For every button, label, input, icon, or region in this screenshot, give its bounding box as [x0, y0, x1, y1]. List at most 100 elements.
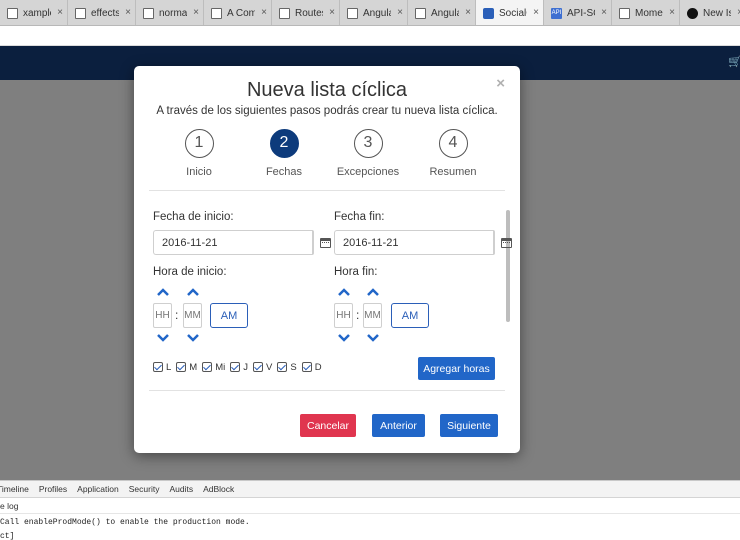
tab-close-icon[interactable]: ×: [533, 7, 539, 19]
devtools-tab[interactable]: Application: [77, 484, 119, 494]
app-favicon-icon: [483, 7, 494, 19]
weekday-checkbox[interactable]: [230, 362, 241, 372]
start-minute-increment-icon[interactable]: [183, 286, 203, 298]
tab-close-icon[interactable]: ×: [193, 7, 199, 19]
api-icon: API: [551, 7, 562, 19]
address-bar[interactable]: [0, 26, 740, 46]
header-divider: [149, 190, 505, 191]
weekday-option[interactable]: J: [230, 362, 248, 373]
cancel-button[interactable]: Cancelar: [300, 414, 356, 437]
cart-icon[interactable]: 🛒: [728, 57, 740, 68]
tab-close-icon[interactable]: ×: [329, 7, 335, 19]
weekday-label: V: [266, 361, 273, 373]
start-date-input[interactable]: [153, 230, 312, 255]
modal-scrollbar[interactable]: [506, 210, 510, 322]
devtools-tab[interactable]: Timeline: [0, 484, 29, 494]
browser-tab[interactable]: API API-SG ×: [544, 0, 612, 25]
devtools-tab[interactable]: Security: [129, 484, 160, 494]
devtools-tab[interactable]: Profiles: [39, 484, 67, 494]
end-ampm-toggle-button[interactable]: AM: [391, 303, 429, 328]
browser-tab-label: xample-: [23, 7, 51, 19]
modal-subtitle: A través de los siguientes pasos podrás …: [156, 105, 498, 117]
step-resumen[interactable]: 4 Resumen: [413, 129, 493, 178]
browser-tab[interactable]: Moment.j ×: [612, 0, 680, 25]
weekday-checkbox[interactable]: [202, 362, 213, 372]
console-line: Call enableProdMode() to enable the prod…: [0, 518, 250, 527]
tab-close-icon[interactable]: ×: [125, 7, 131, 19]
browser-tab-label: A Compr: [227, 7, 255, 19]
step-fechas[interactable]: 2 Fechas: [244, 129, 324, 178]
weekday-checkbox[interactable]: [153, 362, 163, 372]
end-minute-input[interactable]: [363, 303, 382, 328]
end-hour-increment-icon[interactable]: [334, 286, 354, 298]
weekday-label: J: [243, 361, 248, 373]
weekday-option[interactable]: M: [176, 362, 197, 373]
browser-tab-label: Routes -: [295, 7, 323, 19]
browser-tab-label: effects/in: [91, 7, 119, 19]
start-hour-input[interactable]: [153, 303, 172, 328]
end-hour-decrement-icon[interactable]: [334, 332, 354, 344]
browser-tab[interactable]: xample- ×: [0, 0, 68, 25]
start-hour-decrement-icon[interactable]: [153, 332, 173, 344]
browser-tab[interactable]: New Issu×: [680, 0, 740, 25]
console-line: ct]: [0, 532, 15, 540]
weekday-checkboxes: L M Mi J V S D: [153, 360, 327, 374]
weekday-option[interactable]: Mi: [202, 362, 225, 373]
end-date-picker-button[interactable]: [493, 230, 512, 255]
step-excepciones[interactable]: 3 Excepciones: [328, 129, 408, 178]
start-ampm-toggle-button[interactable]: AM: [210, 303, 248, 328]
weekday-option[interactable]: V: [253, 362, 272, 373]
weekday-checkbox[interactable]: [277, 362, 288, 372]
browser-tab-strip: xample-×effects/in×normalize×A Compr×Rou…: [0, 0, 740, 26]
start-minute-decrement-icon[interactable]: [183, 332, 203, 344]
tab-close-icon[interactable]: ×: [601, 7, 607, 19]
new-cyclic-list-modal: × Nueva lista cíclica A través de los si…: [134, 66, 520, 453]
document-icon: [75, 7, 86, 19]
document-icon: [7, 7, 18, 19]
browser-tab[interactable]: Angular C ×: [408, 0, 476, 25]
devtools-tab[interactable]: AdBlock: [203, 484, 234, 494]
step-label: Resumen: [429, 166, 477, 178]
end-minute-decrement-icon[interactable]: [363, 332, 383, 344]
previous-button[interactable]: Anterior: [372, 414, 425, 437]
end-date-input[interactable]: [334, 230, 493, 255]
devtools-tab[interactable]: Audits: [169, 484, 193, 494]
browser-tab-label: normalize: [159, 7, 187, 19]
end-minute-increment-icon[interactable]: [363, 286, 383, 298]
console-filter[interactable]: e log: [0, 498, 740, 514]
tab-close-icon[interactable]: ×: [57, 7, 63, 19]
browser-tab-label: Angular 2: [363, 7, 391, 19]
start-time-separator: :: [175, 308, 179, 322]
start-date-group: [153, 230, 331, 255]
browser-tab[interactable]: Routes - ×: [272, 0, 340, 25]
end-date-label: Fecha fin:: [334, 211, 385, 223]
tab-close-icon[interactable]: ×: [397, 7, 403, 19]
browser-tab[interactable]: Angular 2 ×: [340, 0, 408, 25]
browser-tab[interactable]: normalize ×: [136, 0, 204, 25]
weekday-label: S: [290, 361, 297, 373]
browser-tab[interactable]: A Compr ×: [204, 0, 272, 25]
weekday-option[interactable]: D: [301, 362, 322, 373]
step-number: 2: [269, 129, 299, 158]
start-date-label: Fecha de inicio:: [153, 211, 234, 223]
weekday-checkbox[interactable]: [176, 362, 187, 372]
browser-tab[interactable]: SocialGe ×: [476, 0, 544, 25]
weekday-label: Mi: [215, 361, 226, 373]
weekday-option[interactable]: L: [153, 362, 171, 373]
browser-tab[interactable]: effects/in ×: [68, 0, 136, 25]
tab-close-icon[interactable]: ×: [261, 7, 267, 19]
document-icon: [347, 7, 358, 19]
next-button[interactable]: Siguiente: [440, 414, 498, 437]
start-hour-increment-icon[interactable]: [153, 286, 173, 298]
weekday-checkbox[interactable]: [301, 362, 312, 372]
end-hour-input[interactable]: [334, 303, 353, 328]
tab-close-icon[interactable]: ×: [465, 7, 471, 19]
weekday-option[interactable]: S: [277, 361, 297, 373]
start-date-picker-button[interactable]: [312, 230, 331, 255]
add-hours-button[interactable]: Agregar horas: [418, 357, 495, 380]
start-time-label: Hora de inicio:: [153, 266, 227, 278]
tab-close-icon[interactable]: ×: [669, 7, 675, 19]
start-minute-input[interactable]: [183, 303, 202, 328]
weekday-checkbox[interactable]: [253, 362, 263, 372]
step-inicio[interactable]: 1 Inicio: [159, 129, 239, 178]
